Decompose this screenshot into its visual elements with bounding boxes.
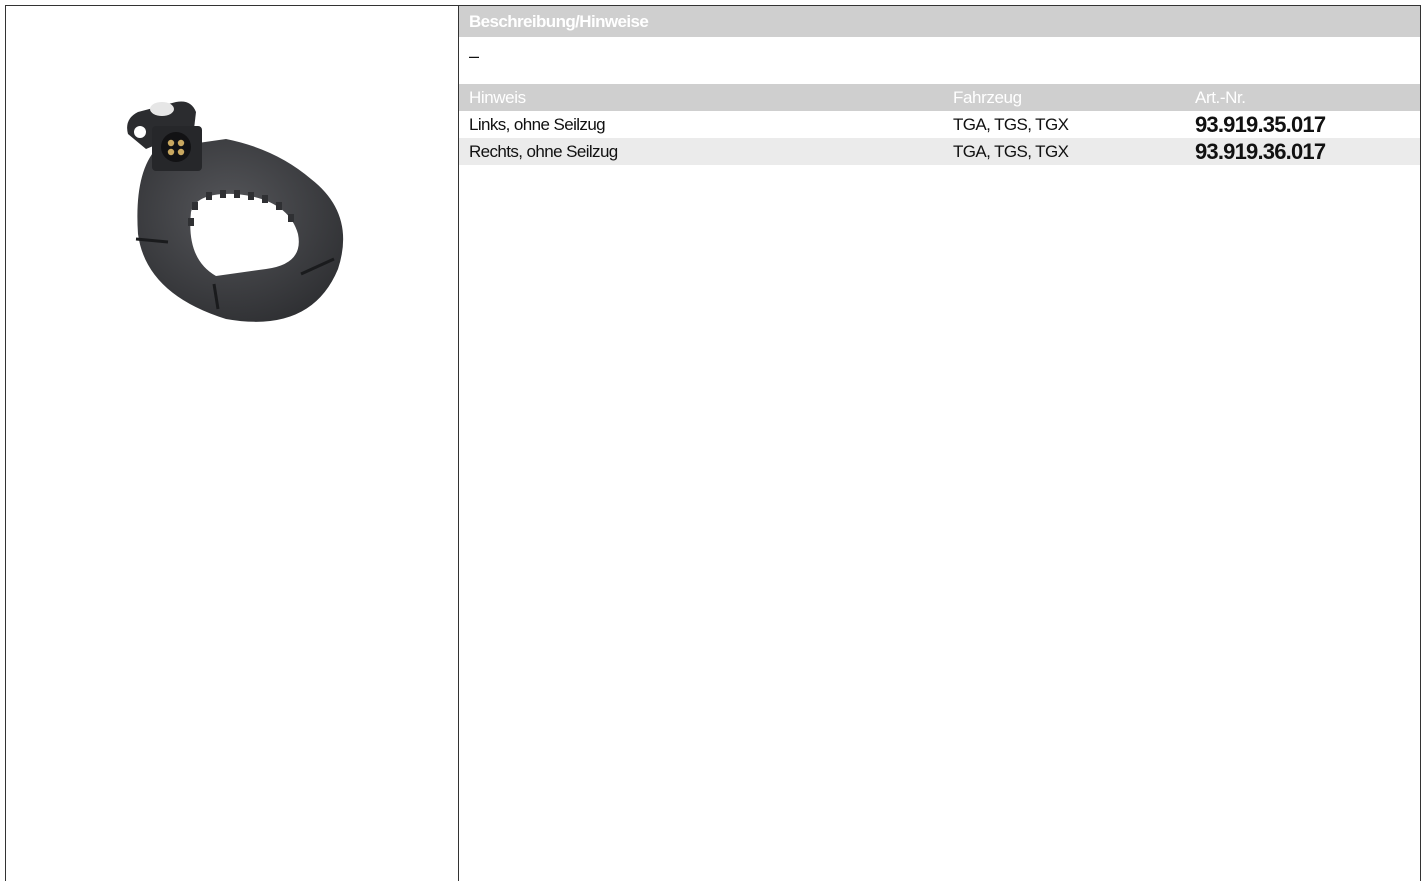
row-part-number: 93.919.35.017 [1195, 112, 1326, 137]
product-photo [127, 101, 344, 322]
row-note: Links, ohne Seilzug [469, 115, 606, 134]
table-row: Links, ohne Seilzug TGA, TGS, TGX 93.919… [459, 111, 1420, 138]
column-header-vehicle: Fahrzeug [953, 88, 1022, 107]
image-panel [6, 6, 458, 880]
column-header-note: Hinweis [469, 88, 526, 107]
row-note: Rechts, ohne Seilzug [469, 142, 618, 161]
table-header: Hinweis Fahrzeug Art.-Nr. [459, 84, 1420, 111]
row-vehicle: TGA, TGS, TGX [953, 115, 1069, 134]
row-part-number: 93.919.36.017 [1195, 139, 1326, 164]
row-vehicle: TGA, TGS, TGX [953, 142, 1069, 161]
column-header-part-number: Art.-Nr. [1195, 88, 1246, 107]
content-panel: Beschreibung/Hinweise – Hinweis Fahrzeug… [459, 6, 1420, 165]
table-row: Rechts, ohne Seilzug TGA, TGS, TGX 93.91… [459, 138, 1420, 165]
description-header: Beschreibung/Hinweise [459, 6, 1420, 37]
description-text: – [469, 46, 480, 66]
